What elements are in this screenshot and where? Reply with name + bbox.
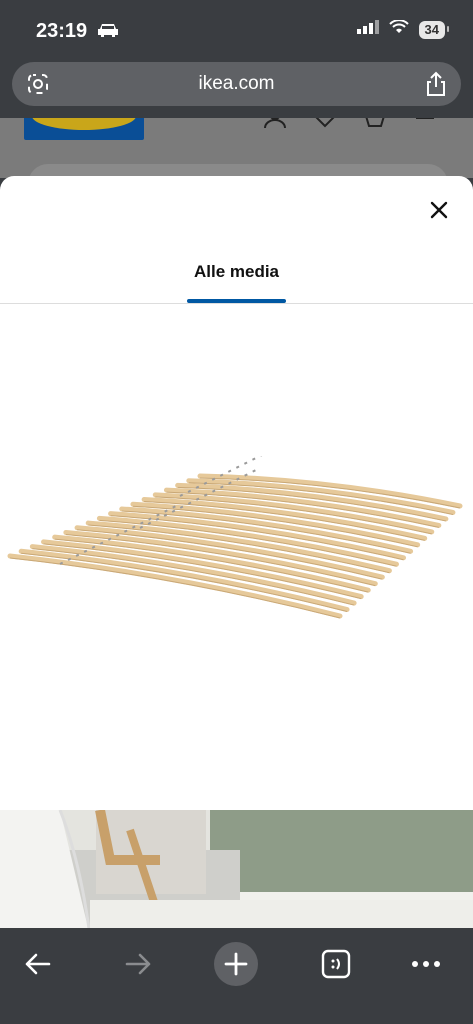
more-icon xyxy=(412,961,440,967)
back-arrow-icon xyxy=(25,953,51,975)
tab-divider xyxy=(0,303,473,304)
tab-all-media[interactable]: Alle media xyxy=(0,262,473,282)
media-modal: Alle media xyxy=(0,176,473,936)
product-image[interactable] xyxy=(0,456,473,636)
tabs-icon xyxy=(321,949,351,979)
basket-icon xyxy=(363,118,387,135)
menu-icon xyxy=(413,118,437,135)
room-image[interactable] xyxy=(0,810,473,936)
forward-arrow-icon xyxy=(125,953,151,975)
plus-icon xyxy=(224,952,248,976)
ikea-logo xyxy=(24,118,144,140)
signal-icon xyxy=(356,20,379,39)
more-button[interactable] xyxy=(404,942,448,986)
wifi-icon xyxy=(388,19,409,39)
share-icon[interactable] xyxy=(425,71,447,102)
url-text[interactable]: ikea.com xyxy=(12,73,461,95)
forward-button[interactable] xyxy=(116,942,160,986)
profile-icon xyxy=(263,118,287,135)
background-page xyxy=(0,118,473,178)
heart-icon xyxy=(313,118,337,135)
new-tab-button[interactable] xyxy=(214,942,258,986)
close-icon xyxy=(430,201,448,219)
status-bar: 23:19 34 xyxy=(0,0,473,60)
battery-icon: 34 xyxy=(418,20,450,39)
car-icon xyxy=(96,22,120,43)
address-bar[interactable]: ikea.com xyxy=(12,62,461,106)
close-button[interactable] xyxy=(427,198,451,222)
back-button[interactable] xyxy=(16,942,60,986)
status-time: 23:19 xyxy=(36,20,88,42)
bottom-toolbar xyxy=(0,928,473,1024)
status-icons: 34 xyxy=(356,19,450,39)
tabs-button[interactable] xyxy=(314,942,358,986)
header-icons xyxy=(263,118,437,135)
